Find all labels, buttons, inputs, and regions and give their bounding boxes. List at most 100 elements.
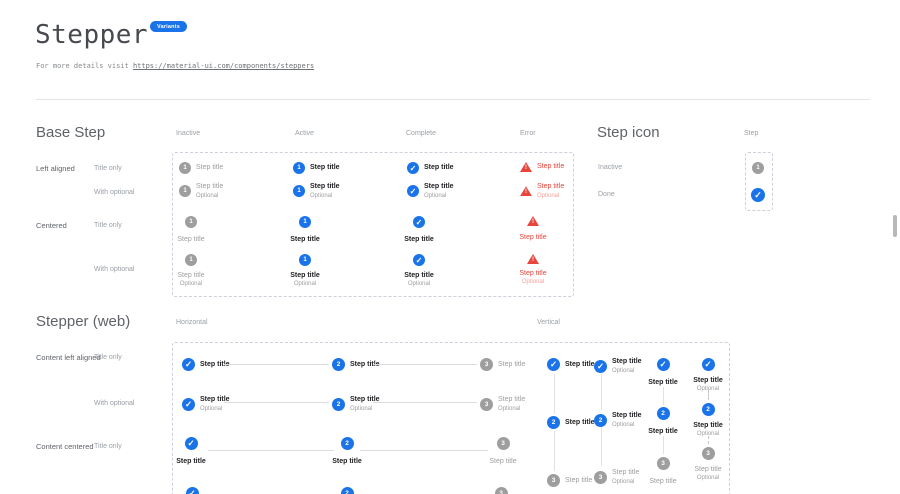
step-number-circle: 3 <box>594 471 607 484</box>
step-item: Step title <box>511 216 555 242</box>
connector-line <box>224 402 329 403</box>
step-icon-heading: Step icon <box>597 124 660 141</box>
step-item: 1Step title <box>293 162 340 174</box>
connector-line <box>373 402 477 403</box>
check-icon <box>547 358 560 371</box>
step-item: 3 <box>479 487 523 494</box>
connector-line <box>554 374 555 414</box>
step-title: Step title <box>612 358 642 366</box>
step-optional-label: Optional <box>697 475 719 482</box>
check-icon <box>407 185 419 197</box>
warning-icon <box>520 186 532 196</box>
row-variant-with-optional: With optional <box>94 189 134 196</box>
step-title: Step title <box>498 361 525 369</box>
variants-badge: Variants <box>150 21 187 32</box>
step-title: Step title <box>565 419 595 427</box>
step-label-block: Step title Optional <box>498 396 525 413</box>
connector-line <box>663 387 664 405</box>
step-title: Step title <box>196 164 223 172</box>
row-variant-title-only: Title only <box>94 165 122 172</box>
column-header-active: Active <box>295 130 314 137</box>
step-optional-label: Optional <box>200 406 230 413</box>
step-optional-label: Optional <box>612 422 642 429</box>
check-icon <box>413 254 425 266</box>
step-label-block: Step titleOptional <box>200 396 230 413</box>
step-item: Step title <box>397 216 441 244</box>
step-title: Step title <box>649 478 676 486</box>
step-item: 1 <box>752 162 764 174</box>
step-number-circle: 3 <box>497 437 510 450</box>
header-divider <box>36 99 870 100</box>
step-number-circle: 1 <box>179 185 191 197</box>
step-optional-label: Optional <box>350 406 380 413</box>
row-label-content-left-aligned: Content left aligned <box>36 353 101 362</box>
step-label-block: Step titleOptional <box>424 183 454 200</box>
step-item: 1Step title <box>169 216 213 244</box>
step-optional-label: Optional <box>697 431 719 438</box>
step-item: 2Step title <box>641 407 685 436</box>
row-variant-with-optional: With optional <box>94 266 134 273</box>
step-number-circle: 1 <box>299 254 311 266</box>
step-item <box>751 188 765 202</box>
step-title: Step title <box>537 163 564 171</box>
row-label-done: Done <box>598 191 615 198</box>
subtitle-text: For more details visit <box>36 62 133 70</box>
step-title: Step title <box>177 272 204 280</box>
row-label-content-centered: Content centered <box>36 442 94 451</box>
step-item: 3 Step title Optional <box>480 396 525 413</box>
step-number-circle: 3 <box>495 487 508 494</box>
step-number-circle: 1 <box>293 185 305 197</box>
step-number-circle: 2 <box>594 414 607 427</box>
step-number-circle: 1 <box>185 216 197 228</box>
design-spec-page: Stepper Variants For more details visit … <box>0 0 900 494</box>
step-title: Step title <box>694 466 721 474</box>
step-title: Step title <box>612 469 639 477</box>
step-label-block: Step titleOptional <box>350 396 380 413</box>
step-optional-label: Optional <box>408 281 430 288</box>
step-item: Step title <box>520 162 564 172</box>
step-item: 2Step title <box>325 437 369 466</box>
step-item: Step titleOptional <box>397 254 441 288</box>
step-optional-label: Optional <box>310 193 340 200</box>
step-optional-label: Optional <box>180 281 202 288</box>
step-title: Step title <box>693 422 723 430</box>
step-item: 3Step title <box>547 474 592 487</box>
step-item: Step title <box>407 162 454 174</box>
connector-line <box>663 436 664 454</box>
step-optional-label: Optional <box>612 479 639 486</box>
step-number-circle: 1 <box>293 162 305 174</box>
step-number-circle: 3 <box>657 457 670 470</box>
step-number-circle: 3 <box>480 358 493 371</box>
step-item: Step title <box>641 358 685 387</box>
step-title: Step title <box>498 396 525 404</box>
base-step-heading: Base Step <box>36 124 105 141</box>
step-optional-label: Optional <box>498 406 525 413</box>
connector-line <box>601 427 602 466</box>
step-item: Step title <box>169 437 213 466</box>
stepper-web-heading: Stepper (web) <box>36 313 130 330</box>
step-item: 3 Step titleOptional <box>686 447 730 482</box>
step-number-circle: 2 <box>341 487 354 494</box>
step-number-circle: 1 <box>752 162 764 174</box>
step-title: Step title <box>310 183 340 191</box>
step-number-circle: 3 <box>702 447 715 460</box>
step-title: Step title <box>332 458 362 466</box>
scrollbar-thumb[interactable] <box>893 215 897 237</box>
step-item: Step titleOptional <box>511 254 555 286</box>
step-title: Step title <box>519 234 546 242</box>
material-ui-link[interactable]: https://material-ui.com/components/stepp… <box>133 62 314 70</box>
step-item: 3Step title <box>481 437 525 466</box>
step-item: 1Step titleOptional <box>169 254 213 288</box>
step-number-circle: 3 <box>480 398 493 411</box>
check-icon <box>702 358 715 371</box>
step-item: Step title <box>547 358 595 371</box>
step-label-block: Step title Optional <box>612 469 639 486</box>
step-item: 2 <box>325 487 369 494</box>
row-label-centered: Centered <box>36 221 67 230</box>
page-title: Stepper <box>35 20 148 50</box>
column-header-error: Error <box>520 130 536 137</box>
step-title: Step title <box>693 377 723 385</box>
step-item: 1 Step title Optional <box>293 183 340 200</box>
check-icon <box>413 216 425 228</box>
step-optional-label: Optional <box>424 193 454 200</box>
